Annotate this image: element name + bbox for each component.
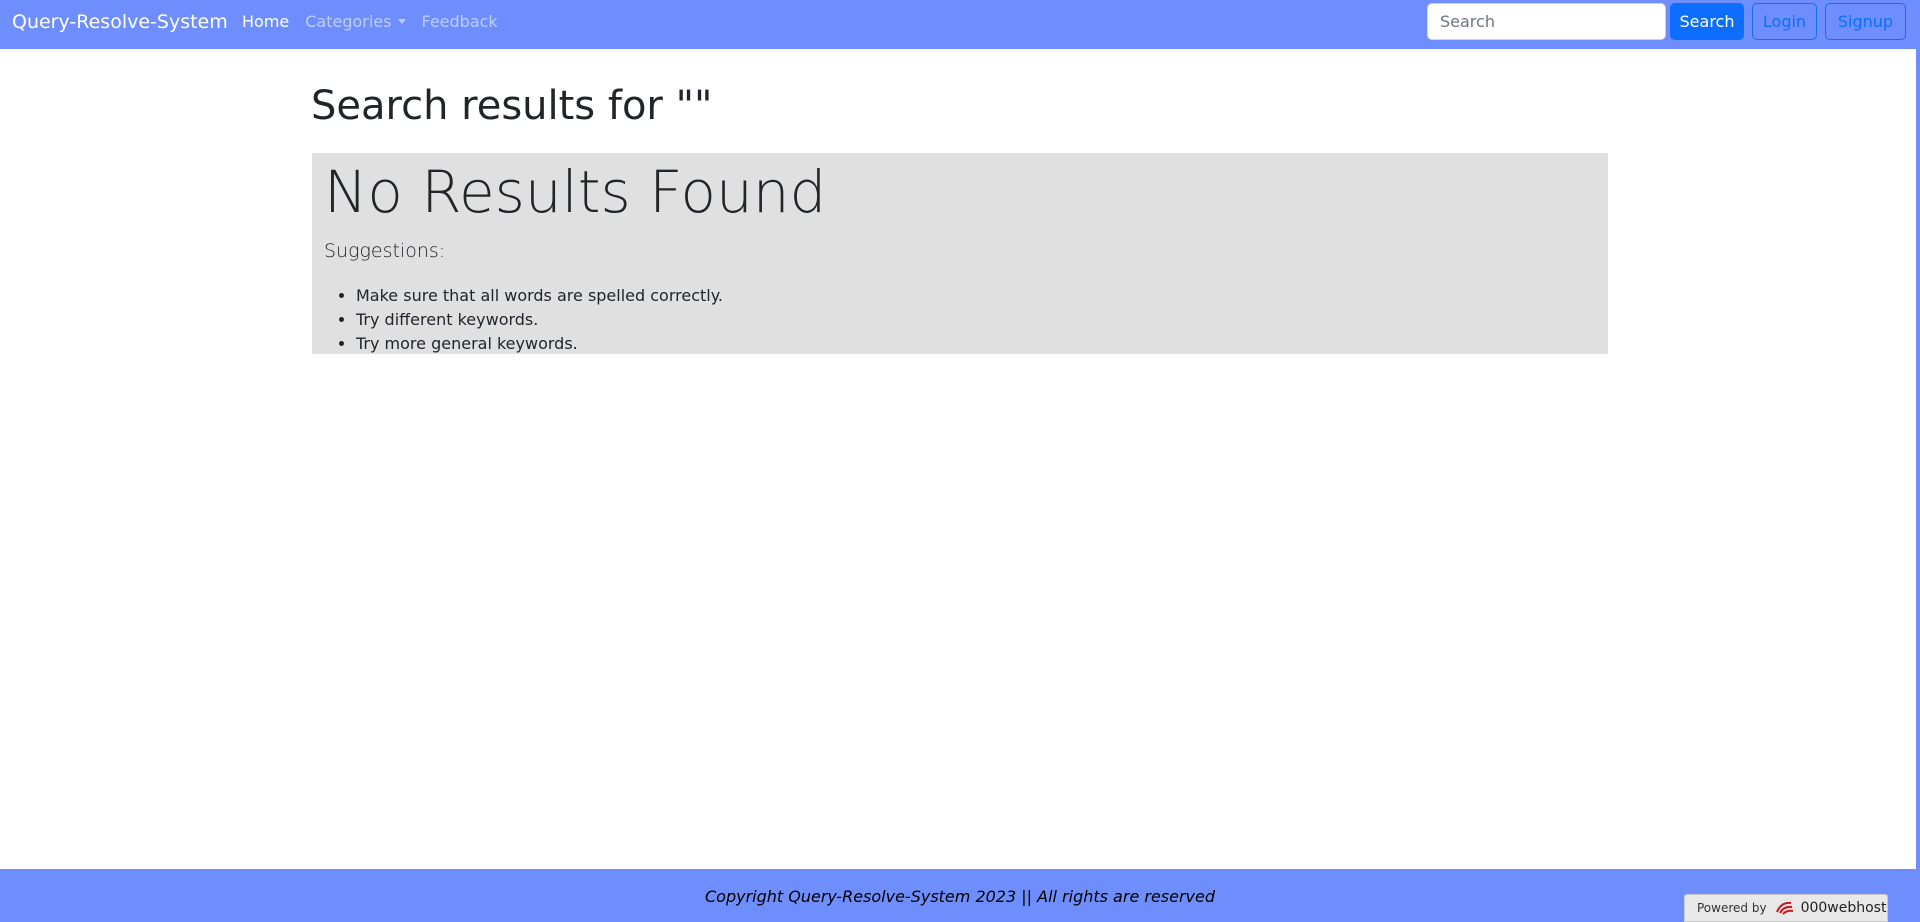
list-item: Try more general keywords. — [356, 332, 723, 356]
powered-by-label: Powered by — [1697, 901, 1767, 915]
no-results-panel: No Results Found Suggestions: Make sure … — [312, 153, 1608, 354]
footer: Copyright Query-Resolve-System 2023 || A… — [0, 869, 1920, 922]
nav-categories-dropdown[interactable]: Categories — [305, 12, 406, 32]
powered-by-brand: 000webhost — [1800, 900, 1887, 916]
nav-home-link[interactable]: Home — [242, 12, 289, 32]
nav-links: Home Categories Feedback — [242, 12, 514, 32]
search-input[interactable] — [1427, 3, 1666, 40]
powered-by-badge[interactable]: Powered by 000webhost — [1684, 894, 1888, 922]
nav-categories-label: Categories — [305, 12, 392, 31]
scrollbar[interactable] — [1916, 0, 1920, 922]
suggestion-list: Make sure that all words are spelled cor… — [344, 284, 723, 356]
list-item: Try different keywords. — [356, 308, 723, 332]
chevron-down-icon — [397, 19, 406, 24]
login-button[interactable]: Login — [1752, 3, 1817, 40]
no-results-heading: No Results Found — [324, 158, 827, 226]
webhost-logo-icon — [1775, 900, 1797, 916]
search-button[interactable]: Search — [1670, 3, 1744, 40]
nav-feedback-link[interactable]: Feedback — [422, 12, 498, 32]
top-navbar: Query-Resolve-System Home Categories Fee… — [0, 0, 1920, 49]
signup-button[interactable]: Signup — [1825, 3, 1906, 40]
copyright-text: Copyright Query-Resolve-System 2023 || A… — [704, 887, 1216, 906]
page-title: Search results for "" — [311, 83, 713, 129]
suggestions-label: Suggestions: — [324, 240, 446, 262]
brand-link[interactable]: Query-Resolve-System — [12, 10, 228, 34]
list-item: Make sure that all words are spelled cor… — [356, 284, 723, 308]
